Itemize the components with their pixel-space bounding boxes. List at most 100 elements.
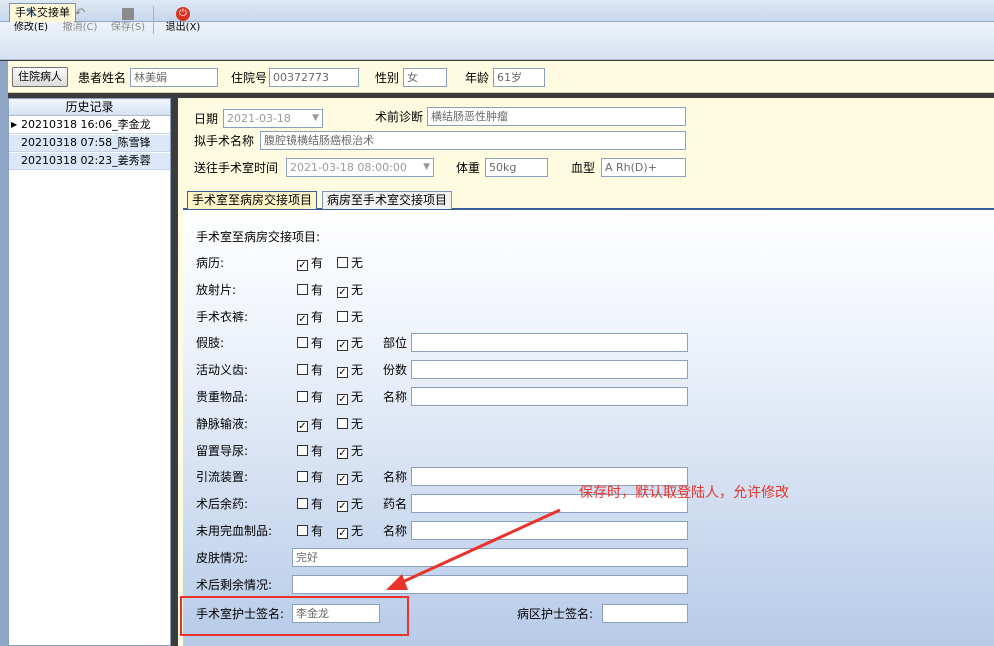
checkbox-empty-icon[interactable] [297,284,308,295]
yes-checkbox[interactable]: 有 [297,282,323,298]
yes-checkbox[interactable]: 有 [297,443,323,459]
admission-no-field[interactable]: 00372773 [269,68,359,87]
ward-nurse-field[interactable] [602,604,688,623]
yes-checkbox[interactable]: 有 [297,469,323,485]
checkbox-checked-icon[interactable]: ✓ [337,474,348,485]
section-title: 手术室至病房交接项目: [196,230,321,244]
admission-no-label: 住院号 [231,71,268,85]
history-panel: 历史记录 ▶ 20210318 16:06_李金龙 20210318 07:58… [8,98,171,646]
checkbox-label: 无 [351,470,364,484]
window-left-edge [0,61,8,646]
tab-ward-to-or[interactable]: 病房至手术室交接项目 [322,191,453,209]
checkbox-empty-icon[interactable] [337,311,348,322]
diagnosis-field[interactable]: 横结肠恶性肿瘤 [427,107,686,126]
checkbox-label: 有 [311,524,324,538]
yes-checkbox[interactable]: 有 [297,362,323,378]
extra-field-input[interactable] [411,387,688,406]
checkbox-empty-icon[interactable] [297,498,308,509]
no-checkbox[interactable]: ✓ 无 [337,389,363,405]
handover-item-label: 活动义齿: [196,363,249,377]
yes-checkbox[interactable]: 有 [297,496,323,512]
yes-checkbox[interactable]: 有 [297,389,323,405]
checkbox-checked-icon[interactable]: ✓ [297,260,308,271]
checkbox-label: 有 [311,444,324,458]
no-checkbox[interactable]: ✓ 无 [337,469,363,485]
modify-button[interactable]: ✎ 修改(E) [12,2,50,36]
checkbox-checked-icon[interactable]: ✓ [337,501,348,512]
exit-button[interactable]: ⏻ 退出(X) [160,2,206,36]
row-pointer-icon: ▶ [11,120,18,129]
history-row-text: 20210318 07:58_陈雪锋 [21,136,151,149]
gender-label: 性别 [375,71,400,85]
modify-label: 修改(E) [13,22,49,33]
no-checkbox[interactable]: ✓ 无 [337,443,363,459]
handover-item-label: 未用完血制品: [196,524,273,538]
checkbox-checked-icon[interactable]: ✓ [337,448,348,459]
no-checkbox[interactable]: 无 [337,309,363,325]
checkbox-checked-icon[interactable]: ✓ [337,340,348,351]
checkbox-empty-icon[interactable] [297,364,308,375]
inpatient-button[interactable]: 住院病人 [12,67,68,87]
checkbox-empty-icon[interactable] [337,257,348,268]
extra-field-label: 部位 [383,336,408,350]
chevron-down-icon: ▼ [423,162,430,172]
extra-field-input[interactable] [411,521,688,540]
no-checkbox[interactable]: ✓ 无 [337,335,363,351]
send-time-label: 送往手术室时间 [194,161,279,175]
checkbox-label: 无 [351,363,364,377]
checkbox-label: 有 [311,390,324,404]
yes-checkbox[interactable]: ✓ 有 [297,416,323,432]
history-row[interactable]: 20210318 02:23_姜秀蓉 [9,153,170,170]
patient-name-field[interactable]: 林美娟 [130,68,218,87]
checkbox-label: 无 [351,336,364,350]
date-picker[interactable]: 2021-03-18 ▼ [223,109,323,128]
weight-field[interactable]: 50kg [485,158,548,177]
extra-field-label: 份数 [383,363,408,377]
history-row-text: 20210318 02:23_姜秀蓉 [21,154,151,167]
remaining-label: 术后剩余情况: [196,578,273,592]
checkbox-label: 无 [351,390,364,404]
checkbox-empty-icon[interactable] [297,445,308,456]
planned-surgery-field[interactable]: 腹腔镜横结肠癌根治术 [260,131,686,150]
checkbox-label: 无 [351,444,364,458]
tab-or-to-ward[interactable]: 手术室至病房交接项目 [187,191,318,209]
blood-type-field[interactable]: A Rh(D)+ [601,158,686,177]
gender-field[interactable]: 女 [403,68,447,87]
save-button[interactable]: 保存(S) [108,2,148,36]
power-icon: ⏻ [175,6,191,22]
yes-checkbox[interactable]: ✓ 有 [297,255,323,271]
no-checkbox[interactable]: ✓ 无 [337,362,363,378]
checkbox-checked-icon[interactable]: ✓ [297,314,308,325]
age-field[interactable]: 61岁 [493,68,545,87]
extra-field-input[interactable] [411,360,688,379]
checkbox-checked-icon[interactable]: ✓ [297,421,308,432]
no-checkbox[interactable]: 无 [337,255,363,271]
checkbox-empty-icon[interactable] [337,418,348,429]
yes-checkbox[interactable]: ✓ 有 [297,309,323,325]
no-checkbox[interactable]: 无 [337,416,363,432]
history-row[interactable]: ▶ 20210318 16:06_李金龙 [9,117,170,134]
undo-label: 撤消(C) [62,22,98,33]
checkbox-empty-icon[interactable] [297,525,308,536]
undo-button[interactable]: ↶ 撤消(C) [60,2,100,36]
extra-field-input[interactable] [411,333,688,352]
yes-checkbox[interactable]: 有 [297,523,323,539]
checkbox-empty-icon[interactable] [297,471,308,482]
no-checkbox[interactable]: ✓ 无 [337,496,363,512]
remaining-field[interactable] [292,575,688,594]
checkbox-checked-icon[interactable]: ✓ [337,367,348,378]
handover-item-label: 放射片: [196,283,237,297]
no-checkbox[interactable]: ✓ 无 [337,282,363,298]
extra-field-label: 名称 [383,524,408,538]
checkbox-checked-icon[interactable]: ✓ [337,528,348,539]
checkbox-empty-icon[interactable] [297,337,308,348]
toolbar-separator [153,6,154,34]
yes-checkbox[interactable]: 有 [297,335,323,351]
no-checkbox[interactable]: ✓ 无 [337,523,363,539]
skin-field[interactable]: 完好 [292,548,688,567]
send-time-picker[interactable]: 2021-03-18 08:00:00 ▼ [286,158,434,177]
checkbox-checked-icon[interactable]: ✓ [337,287,348,298]
history-row[interactable]: 20210318 07:58_陈雪锋 [9,135,170,152]
checkbox-checked-icon[interactable]: ✓ [337,394,348,405]
checkbox-empty-icon[interactable] [297,391,308,402]
